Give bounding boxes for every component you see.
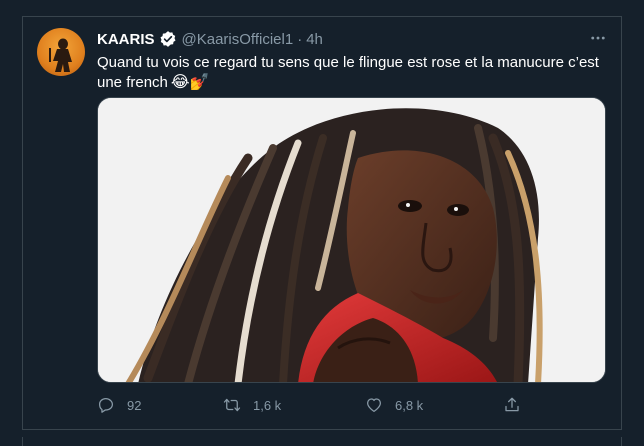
verified-badge-icon (160, 31, 176, 47)
retweet-button[interactable]: 1,6 k (223, 393, 281, 417)
avatar-silhouette-icon (49, 38, 72, 72)
like-count: 6,8 k (395, 397, 424, 413)
tweet-card[interactable]: KAARIS @KaarisOfficiel1 · 4h Quand tu vo… (22, 16, 622, 430)
avatar[interactable] (37, 28, 85, 76)
like-icon (366, 398, 382, 413)
retweet-count: 1,6 k (253, 397, 282, 413)
like-button[interactable]: 6,8 k (365, 393, 423, 417)
author-handle[interactable]: @KaarisOfficiel1 (182, 31, 294, 48)
reply-button[interactable]: 92 (97, 393, 141, 417)
tweet-timestamp[interactable]: 4h (306, 31, 323, 48)
reply-icon (98, 397, 114, 413)
author-name[interactable]: KAARIS (97, 31, 155, 48)
tweet-emojis: 😂💅 (170, 74, 210, 91)
tweet-actions: 92 1,6 k 6,8 k (97, 393, 537, 417)
header-separator: · (297, 30, 303, 48)
tweet-image[interactable] (97, 97, 606, 383)
share-icon (505, 397, 519, 412)
reply-count: 92 (127, 397, 142, 413)
tweet-text: Quand tu vois ce regard tu sens que le f… (97, 53, 607, 93)
timeline-divider (22, 437, 622, 446)
portrait-photo (98, 98, 605, 382)
more-options-icon[interactable] (589, 29, 607, 47)
share-button[interactable] (503, 393, 521, 417)
retweet-icon (223, 398, 241, 412)
tweet-header: KAARIS @KaarisOfficiel1 · 4h (97, 29, 323, 49)
